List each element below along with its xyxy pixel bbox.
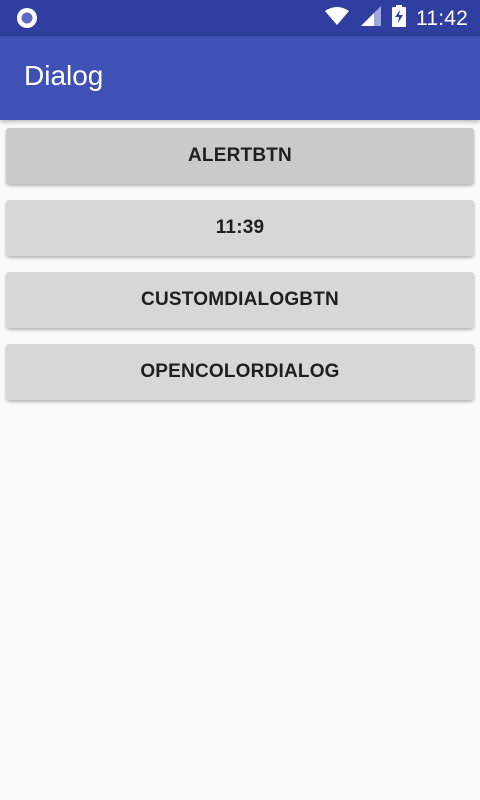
battery-charging-icon <box>392 5 406 31</box>
main-content: ALERTBTN 11:39 CUSTOMDIALOGBTN OPENCOLOR… <box>0 120 480 800</box>
alert-button[interactable]: ALERTBTN <box>6 128 474 184</box>
status-time: 11:42 <box>416 6 468 30</box>
status-bar: 11:42 <box>0 0 480 36</box>
custom-dialog-button[interactable]: CUSTOMDIALOGBTN <box>6 272 474 328</box>
wifi-icon <box>324 6 350 30</box>
app-bar: Dialog <box>0 36 480 120</box>
open-color-dialog-button[interactable]: OPENCOLORDIALOG <box>6 344 474 400</box>
circle-notification-icon <box>16 7 38 29</box>
app-title: Dialog <box>24 60 104 91</box>
time-button[interactable]: 11:39 <box>6 200 474 256</box>
status-icons: 11:42 <box>324 0 468 36</box>
signal-icon <box>360 6 382 30</box>
